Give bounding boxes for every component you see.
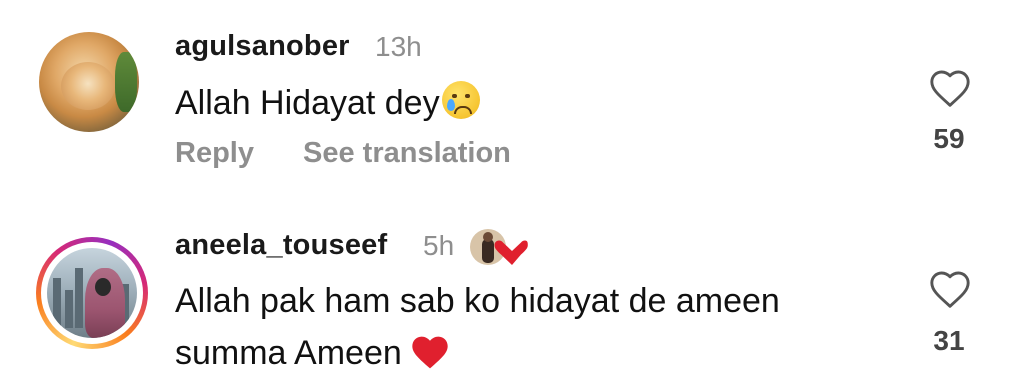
comment-text-line: Allah pak ham sab ko hidayat de ameen (175, 282, 780, 320)
comment-text: Allah pak ham sab ko hidayat de ameen su… (175, 275, 780, 379)
comment-item: agulsanober 13h Allah Hidayat dey Reply … (0, 0, 1024, 200)
avatar[interactable] (39, 32, 139, 132)
comment-text-content: summa Ameen (175, 334, 402, 372)
like-count: 31 (933, 325, 965, 356)
like-count: 59 (933, 123, 965, 154)
comment-username[interactable]: aneela_touseef (175, 229, 387, 262)
comment-timestamp: 13h (375, 31, 422, 62)
red-heart-icon (412, 336, 448, 369)
avatar-image (47, 248, 137, 338)
avatar-image (39, 32, 139, 132)
comment-item: aneela_touseef 5h Allah pak ham sab ko h… (0, 200, 1024, 376)
comment-text-line: summa Ameen (175, 327, 780, 379)
see-translation-button[interactable]: See translation (303, 137, 511, 170)
reply-button[interactable]: Reply (175, 137, 254, 170)
like-heart-icon[interactable] (928, 68, 972, 108)
comment-text-content: Allah Hidayat dey (175, 84, 440, 122)
comment-username[interactable]: agulsanober (175, 30, 350, 63)
avatar[interactable] (36, 237, 148, 349)
like-heart-icon[interactable] (928, 269, 972, 309)
comment-timestamp: 5h (423, 230, 455, 261)
crying-face-icon (441, 81, 480, 119)
creator-liked-badge (470, 229, 528, 265)
comment-text: Allah Hidayat dey (175, 77, 480, 129)
